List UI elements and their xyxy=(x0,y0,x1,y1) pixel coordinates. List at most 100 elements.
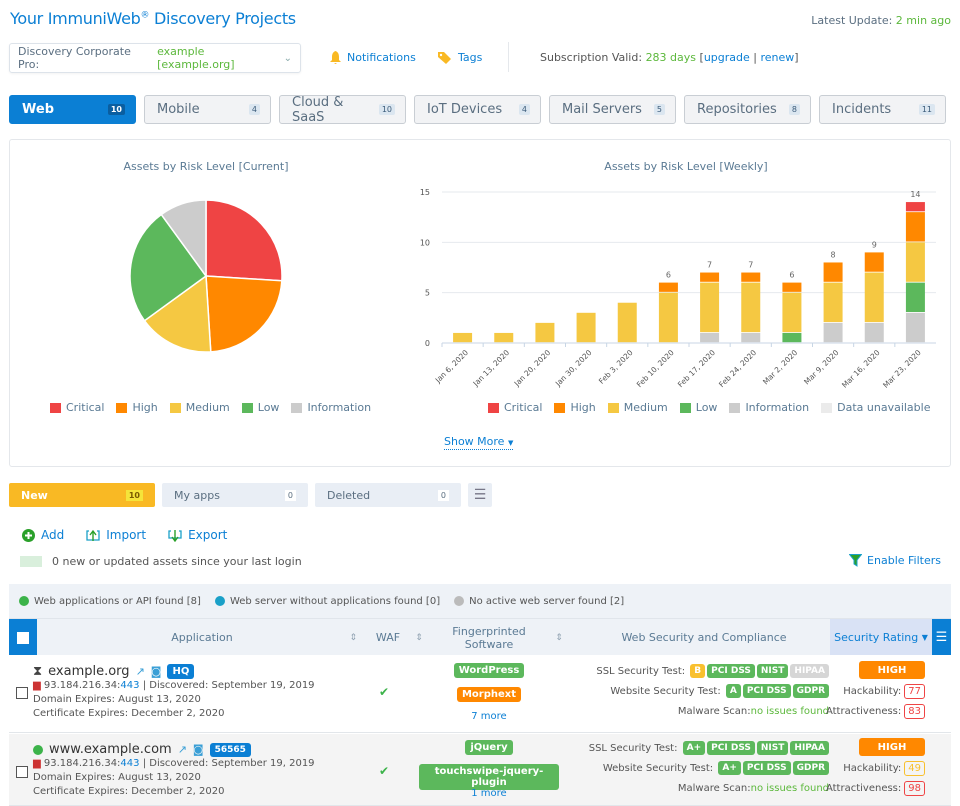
software-tag[interactable]: jQuery xyxy=(465,740,513,755)
legend-item-medium[interactable]: Medium xyxy=(607,401,668,414)
ssl-grade[interactable]: A+ xyxy=(682,741,706,755)
legend-item-medium[interactable]: Medium xyxy=(169,401,230,414)
import-button[interactable]: Import xyxy=(86,528,146,542)
col-waf-sort[interactable]: ⇕ xyxy=(409,619,429,656)
bar-segment-high[interactable] xyxy=(782,282,802,292)
tab-incidents[interactable]: Incidents 11 xyxy=(819,95,946,124)
column-menu-button[interactable]: ☰ xyxy=(932,619,951,656)
risk-rating-badge[interactable]: HIGH xyxy=(859,738,925,756)
bar-segment-medium[interactable] xyxy=(453,332,473,343)
tab-repositories[interactable]: Repositories 8 xyxy=(684,95,811,124)
status-filter-web-apps[interactable]: Web applications or API found [8] xyxy=(19,596,201,607)
compliance-badge[interactable]: PCI DSS xyxy=(707,664,755,678)
bar-segment-medium[interactable] xyxy=(576,312,596,343)
bar-segment-information[interactable] xyxy=(823,322,843,343)
status-filter-web-server[interactable]: Web server without applications found [0… xyxy=(214,596,440,607)
bar-segment-low[interactable] xyxy=(782,332,802,343)
bar-segment-medium[interactable] xyxy=(741,282,761,333)
external-link-icon[interactable]: ↗ xyxy=(136,665,145,678)
bar-segment-medium[interactable] xyxy=(905,242,925,282)
compliance-badge[interactable]: NIST xyxy=(756,664,789,678)
col-application[interactable]: Application ⇕ xyxy=(37,619,367,656)
more-software-link[interactable]: 7 more xyxy=(429,711,549,722)
tags-link[interactable]: Tags xyxy=(438,51,482,64)
bar-segment-information[interactable] xyxy=(905,312,925,343)
col-waf[interactable]: WAF xyxy=(367,619,409,656)
legend-item-low[interactable]: Low xyxy=(679,401,717,414)
app-name-link[interactable]: example.org xyxy=(48,664,129,679)
bar-segment-medium[interactable] xyxy=(823,282,843,323)
project-select[interactable]: Discovery Corporate Pro: example [exampl… xyxy=(9,43,301,73)
bar-segment-medium[interactable] xyxy=(658,292,678,343)
bar-segment-high[interactable] xyxy=(823,262,843,282)
tab-web[interactable]: Web 10 xyxy=(9,95,136,124)
legend-item-information[interactable]: Information xyxy=(291,401,371,414)
port-link[interactable]: 443 xyxy=(120,680,139,691)
upgrade-link[interactable]: upgrade xyxy=(704,51,750,64)
bar-segment-critical[interactable] xyxy=(905,202,925,212)
malware-result[interactable]: no issues found xyxy=(751,783,829,794)
notifications-link[interactable]: Notifications xyxy=(330,51,416,64)
compliance-badge[interactable]: PCI DSS xyxy=(742,761,791,775)
compliance-badge[interactable]: GDPR xyxy=(792,761,829,775)
bar-segment-medium[interactable] xyxy=(617,302,637,343)
subtab-deleted[interactable]: Deleted 0 xyxy=(315,483,461,507)
report-icon[interactable]: ◙ xyxy=(151,665,162,678)
external-link-icon[interactable]: ↗ xyxy=(178,743,187,756)
bar-segment-high[interactable] xyxy=(741,272,761,282)
col-security-rating[interactable]: Security Rating ▼ xyxy=(830,619,932,656)
compliance-badge[interactable]: NIST xyxy=(756,741,789,755)
bar-segment-medium[interactable] xyxy=(494,332,514,343)
tab-mail-servers[interactable]: Mail Servers 5 xyxy=(549,95,676,124)
row-checkbox[interactable] xyxy=(16,687,28,699)
pie-slice-critical[interactable] xyxy=(205,199,283,282)
legend-item-critical[interactable]: Critical xyxy=(488,401,542,414)
legend-item-data-unavailable[interactable]: Data unavailable xyxy=(821,401,930,414)
legend-item-low[interactable]: Low xyxy=(241,401,279,414)
subtab-menu-button[interactable]: ☰ xyxy=(468,483,492,507)
pie-slice-high[interactable] xyxy=(205,275,283,353)
bar-segment-high[interactable] xyxy=(658,282,678,292)
bar-segment-low[interactable] xyxy=(905,282,925,312)
web-grade[interactable]: A+ xyxy=(718,761,741,775)
risk-rating-badge[interactable]: HIGH xyxy=(859,661,925,679)
tab-mobile[interactable]: Mobile 4 xyxy=(144,95,271,124)
bar-segment-high[interactable] xyxy=(864,252,884,272)
bar-segment-medium[interactable] xyxy=(782,292,802,333)
renew-link[interactable]: renew xyxy=(760,51,794,64)
app-name-link[interactable]: www.example.com xyxy=(49,742,172,757)
malware-result[interactable]: no issues found xyxy=(751,706,829,717)
legend-item-high[interactable]: High xyxy=(116,401,158,414)
software-tag[interactable]: touchswipe-jquery-plugin xyxy=(419,764,559,790)
bar-segment-high[interactable] xyxy=(700,272,720,282)
subtab-new[interactable]: New 10 xyxy=(9,483,155,507)
port-link[interactable]: 443 xyxy=(120,758,139,769)
enable-filters-button[interactable]: Enable Filters xyxy=(849,554,941,567)
compliance-badge[interactable]: HIPAA xyxy=(790,664,829,678)
tab-iot-devices[interactable]: IoT Devices 4 xyxy=(414,95,541,124)
bar-segment-medium[interactable] xyxy=(864,272,884,323)
software-tag[interactable]: Morphext xyxy=(456,687,522,702)
bar-segment-medium[interactable] xyxy=(535,322,555,343)
bar-segment-medium[interactable] xyxy=(700,282,720,333)
legend-item-information[interactable]: Information xyxy=(729,401,809,414)
compliance-badge[interactable]: PCI DSS xyxy=(742,684,791,698)
legend-item-critical[interactable]: Critical xyxy=(50,401,104,414)
select-all-checkbox[interactable] xyxy=(17,631,29,644)
report-icon[interactable]: ◙ xyxy=(193,743,204,756)
app-tag[interactable]: HQ xyxy=(167,664,195,679)
tab-cloud-saas[interactable]: Cloud & SaaS 10 xyxy=(279,95,406,125)
add-button[interactable]: Add xyxy=(22,528,64,542)
row-checkbox[interactable] xyxy=(16,766,28,778)
bar-segment-information[interactable] xyxy=(864,322,884,343)
compliance-badge[interactable]: PCI DSS xyxy=(707,741,755,755)
legend-item-high[interactable]: High xyxy=(554,401,596,414)
web-grade[interactable]: A xyxy=(725,684,741,698)
show-more-link[interactable]: Show More ▼ xyxy=(444,435,514,450)
col-software-sort[interactable]: ⇕ xyxy=(549,619,569,656)
status-filter-no-server[interactable]: No active web server found [2] xyxy=(454,596,624,607)
compliance-badge[interactable]: GDPR xyxy=(792,684,829,698)
bar-segment-information[interactable] xyxy=(700,332,720,343)
compliance-badge[interactable]: HIPAA xyxy=(790,741,829,755)
export-button[interactable]: Export xyxy=(168,528,227,542)
